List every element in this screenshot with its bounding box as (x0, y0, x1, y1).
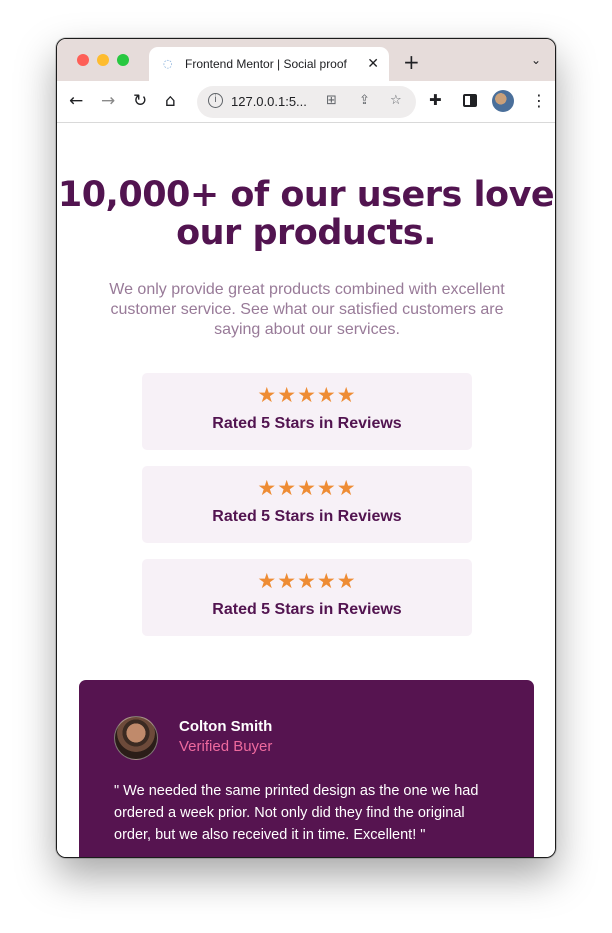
profile-avatar[interactable] (492, 90, 514, 112)
testimonial-card: Colton Smith Verified Buyer " We needed … (79, 680, 534, 857)
avatar (114, 716, 158, 760)
tab-close-icon[interactable]: ✕ (367, 56, 379, 72)
forward-icon[interactable]: → (101, 91, 115, 111)
back-icon[interactable]: ← (69, 91, 83, 111)
testimonial-role: Verified Buyer (179, 738, 273, 755)
url-text[interactable]: 127.0.0.1:5... (231, 94, 307, 109)
testimonial-name: Colton Smith (179, 718, 273, 735)
star-icon: ★★★★★ (257, 383, 357, 407)
side-panel-icon[interactable] (463, 94, 477, 107)
address-bar[interactable]: i 127.0.0.1:5... ⊞ ⇪ ☆ (197, 86, 416, 118)
reload-icon[interactable]: ↻ (133, 91, 147, 111)
minimize-window-button[interactable] (97, 54, 109, 66)
star-icon: ★★★★★ (257, 569, 357, 593)
rating-label: Rated 5 Stars in Reviews (212, 415, 402, 432)
rating-label: Rated 5 Stars in Reviews (212, 601, 402, 618)
tab-title: Frontend Mentor | Social proof (185, 57, 347, 71)
close-window-button[interactable] (77, 54, 89, 66)
testimonial-quote: " We needed the same printed design as t… (114, 783, 479, 843)
maximize-window-button[interactable] (117, 54, 129, 66)
browser-toolbar: ← → ↻ ⌂ i 127.0.0.1:5... ⊞ ⇪ ☆ ✚ ⋮ (57, 81, 555, 123)
page-subtitle: We only provide great products combined … (109, 281, 505, 338)
favicon-icon: ◌ (163, 57, 173, 70)
more-menu-icon[interactable]: ⋮ (531, 91, 547, 110)
rating-card: ★★★★★ Rated 5 Stars in Reviews (142, 466, 472, 543)
rating-card: ★★★★★ Rated 5 Stars in Reviews (142, 559, 472, 636)
page-content: 10,000+ of our users love our products. … (57, 124, 555, 857)
new-tab-button[interactable]: + (403, 50, 420, 74)
browser-tab[interactable]: ◌ Frontend Mentor | Social proof ✕ (149, 47, 389, 81)
tab-bar: ◌ Frontend Mentor | Social proof ✕ + ⌄ (57, 39, 555, 81)
share-icon[interactable]: ⇪ (359, 93, 370, 108)
extensions-icon[interactable]: ✚ (429, 91, 442, 109)
translate-icon[interactable]: ⊞ (326, 93, 337, 108)
rating-label: Rated 5 Stars in Reviews (212, 508, 402, 525)
home-icon[interactable]: ⌂ (165, 91, 176, 111)
page-title: 10,000+ of our users love our products. (57, 175, 555, 253)
browser-window: ◌ Frontend Mentor | Social proof ✕ + ⌄ ←… (56, 38, 556, 858)
bookmark-star-icon[interactable]: ☆ (390, 93, 402, 108)
tab-search-chevron-icon[interactable]: ⌄ (531, 53, 541, 67)
star-icon: ★★★★★ (257, 476, 357, 500)
rating-card: ★★★★★ Rated 5 Stars in Reviews (142, 373, 472, 450)
info-icon[interactable]: i (208, 93, 223, 108)
